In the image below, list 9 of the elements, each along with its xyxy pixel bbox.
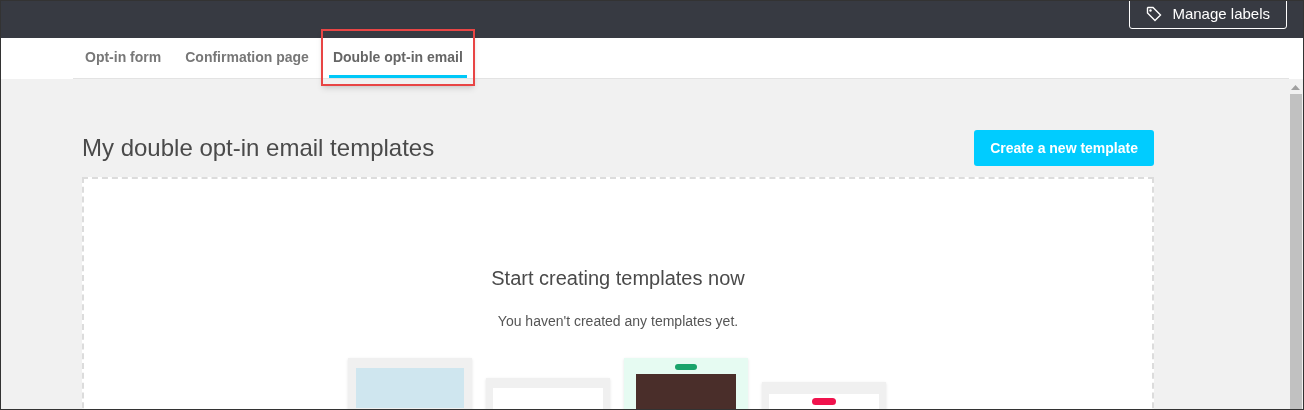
empty-state-message: You haven't created any templates yet. <box>497 312 739 331</box>
tab[interactable]: Confirmation page <box>181 38 313 78</box>
manage-labels-button[interactable]: Manage labels <box>1129 1 1287 29</box>
scroll-up-arrow-icon[interactable] <box>1291 85 1300 90</box>
tab[interactable]: Double opt-in email <box>328 38 467 78</box>
tab[interactable]: Opt-in form <box>81 38 166 78</box>
page-title: My double opt-in email templates <box>82 133 435 163</box>
tag-icon <box>1146 6 1163 22</box>
empty-state-heading: Start creating templates now <box>491 266 745 291</box>
